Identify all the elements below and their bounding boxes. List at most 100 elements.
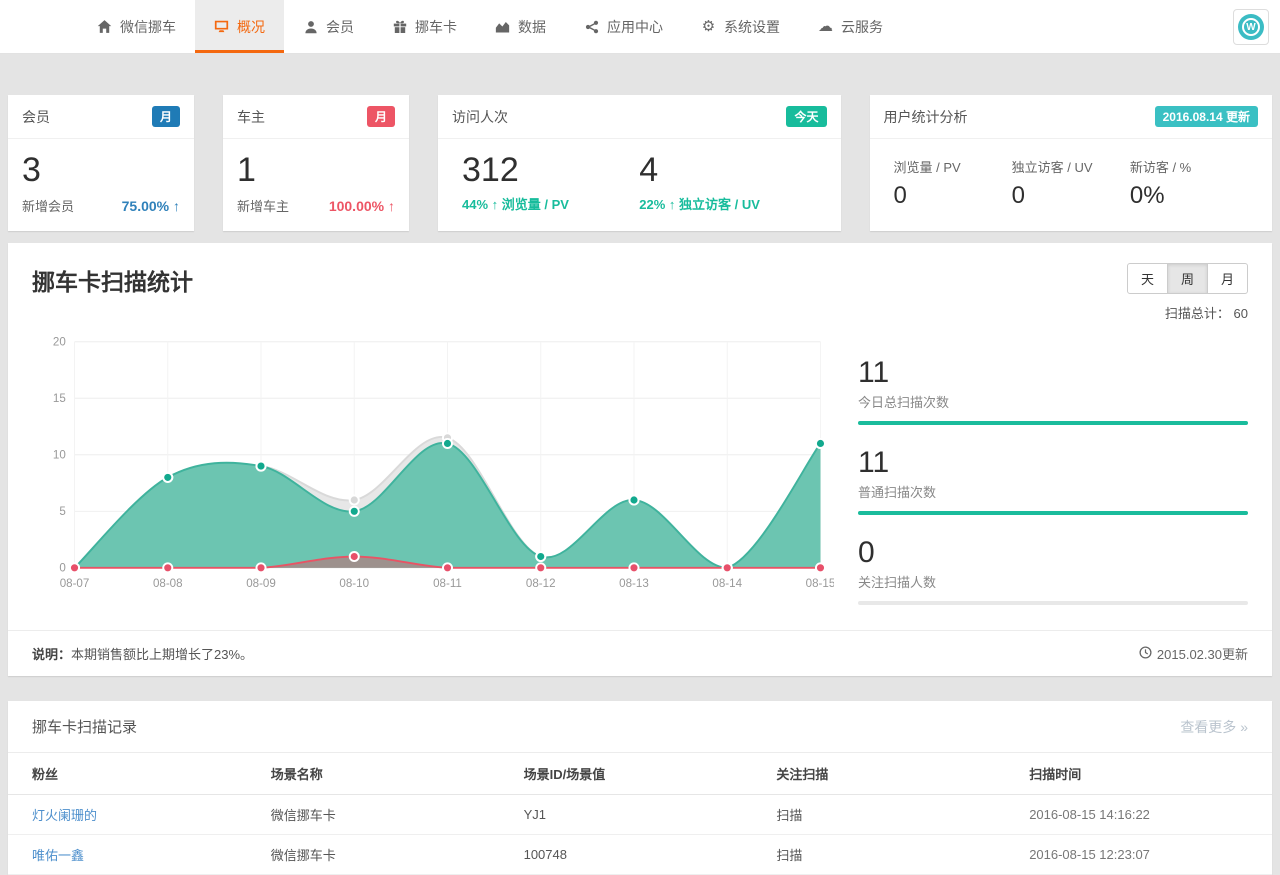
arrow-up-icon: ↑ [669,197,676,212]
svg-text:08-10: 08-10 [339,578,369,590]
time-cell: 2016-08-15 14:16:22 [1019,795,1272,835]
col-fan: 粉丝 [8,753,261,795]
scan-total-value: 60 [1234,306,1248,321]
col-scene-id: 场景ID/场景值 [514,753,767,795]
svg-text:08-11: 08-11 [433,578,462,590]
nav-item-cloud[interactable]: ☁ 云服务 [799,0,902,53]
user-icon [303,19,318,34]
col-time: 扫描时间 [1019,753,1272,795]
svg-text:08-07: 08-07 [60,578,90,590]
scene-cell: 微信挪车卡 [261,835,514,875]
ustat-new: 新访客 / % 0% [1130,157,1248,210]
user-stats-card: 用户统计分析 2016.08.14 更新 浏览量 / PV 0 独立访客 / U… [870,95,1273,231]
scene-id-cell: 100748 [514,835,767,875]
nav-item-settings[interactable]: ⚙ 系统设置 [682,0,799,53]
scan-total: 扫描总计： 60 [1165,303,1248,322]
range-day-button[interactable]: 天 [1127,263,1168,294]
range-month-button[interactable]: 月 [1207,263,1248,294]
user-stats-title: 用户统计分析 [884,107,968,127]
nav-item-label: 云服务 [841,17,883,37]
fan-link[interactable]: 唯佑一鑫 [32,848,84,863]
col-scene-name: 场景名称 [261,753,514,795]
share-nodes-icon [584,19,599,34]
nav-item-label: 系统设置 [724,17,780,37]
uv-metric: 4 22% ↑ 独立访客 / UV [639,151,816,213]
svg-text:08-09: 08-09 [246,578,276,590]
nav-item-label: 微信挪车 [120,17,176,37]
owner-card: 车主 月 1 新增车主 100.00% ↑ [223,95,409,231]
owner-count: 1 [237,151,395,190]
chart-updated: 2015.02.30更新 [1139,644,1248,663]
scan-chart-container: 0510152008-0708-0808-0908-1008-1108-1208… [32,326,834,626]
follow-cell: 扫描 [766,795,1019,835]
owner-card-title: 车主 [237,107,265,127]
uv-label: 22% ↑ 独立访客 / UV [639,194,816,213]
svg-text:08-14: 08-14 [712,578,742,590]
nav-item-home[interactable]: 微信挪车 [78,0,195,53]
avatar-letter: W [1242,18,1260,36]
scan-records-panel: 挪车卡扫描记录 查看更多 » 粉丝 场景名称 场景ID/场景值 关注扫描 扫描时… [8,701,1272,875]
range-week-button[interactable]: 周 [1167,263,1208,294]
scan-panel-title: 挪车卡扫描统计 [32,263,193,297]
nav-item-label: 数据 [518,17,546,37]
svg-text:08-15: 08-15 [806,578,834,590]
member-label: 新增会员 [22,196,74,215]
arrow-up-icon: ↑ [492,197,499,212]
avatar: W [1238,14,1264,40]
stat-bar [858,601,1248,605]
scan-area-chart: 0510152008-0708-0808-0908-1008-1108-1208… [32,334,834,601]
pv-metric: 312 44% ↑ 浏览量 / PV [462,151,639,213]
scene-cell: 微信挪车卡 [261,795,514,835]
nav-item-label: 概况 [237,17,265,37]
scan-statistics-panel: 挪车卡扫描统计 天 周 月 扫描总计： 60 0 5 10 15 20 08-07 08-0… [8,243,1272,676]
clock-icon [1139,646,1152,662]
nav-item-overview[interactable]: 概况 [195,0,284,53]
records-title: 挪车卡扫描记录 [32,716,137,737]
table-row: 唯佑一鑫 微信挪车卡 100748 扫描 2016-08-15 12:23:07 [8,835,1272,875]
home-icon [97,19,112,34]
pv-value: 312 [462,151,639,190]
nav-item-app-center[interactable]: 应用中心 [565,0,682,53]
chart-area-icon [495,19,510,34]
scan-records-table: 粉丝 场景名称 场景ID/场景值 关注扫描 扫描时间 灯火阑珊的 微信挪车卡 Y… [8,753,1272,875]
member-card-title: 会员 [22,107,50,127]
pv-label: 44% ↑ 浏览量 / PV [462,194,639,213]
gift-icon [392,19,407,34]
arrow-up-icon: ↑ [173,198,180,214]
view-more-link[interactable]: 查看更多 » [1180,717,1248,737]
chart-note: 说明：本期销售额比上期增长了23%。 [32,644,253,663]
month-badge: 月 [367,106,395,127]
stat-bar [858,421,1248,425]
gear-icon: ⚙ [701,19,716,34]
nav-item-members[interactable]: 会员 [284,0,373,53]
account-avatar-button[interactable]: W [1233,9,1269,45]
svg-text:5: 5 [59,506,65,518]
nav-item-data[interactable]: 数据 [476,0,565,53]
svg-text:15: 15 [53,393,66,405]
stat-normal-scans: 11 普通扫描次数 [858,446,1248,515]
updated-badge: 2016.08.14 更新 [1155,106,1258,127]
col-follow: 关注扫描 [766,753,1019,795]
stat-cards-row: 会员 月 3 新增会员 75.00% ↑ 车主 月 1 新增车主 100.00%… [8,95,1272,231]
today-badge: 今天 [786,106,826,127]
member-card: 会员 月 3 新增会员 75.00% ↑ [8,95,194,231]
uv-value: 4 [639,151,816,190]
top-navbar: 微信挪车 概况 会员 挪车卡 数据 应用中心 ⚙ 系统设置 ☁ 云服务 [0,0,1280,54]
nav-item-label: 应用中心 [607,17,663,37]
visits-card: 访问人次 今天 312 44% ↑ 浏览量 / PV 4 22% ↑ 独立访客 … [438,95,841,231]
time-cell: 2016-08-15 12:23:07 [1019,835,1272,875]
nav-item-cards[interactable]: 挪车卡 [373,0,476,53]
svg-text:0: 0 [59,563,65,575]
svg-text:20: 20 [53,337,66,349]
table-row: 灯火阑珊的 微信挪车卡 YJ1 扫描 2016-08-15 14:16:22 [8,795,1272,835]
fan-link[interactable]: 灯火阑珊的 [32,808,97,823]
table-header-row: 粉丝 场景名称 场景ID/场景值 关注扫描 扫描时间 [8,753,1272,795]
stat-bar [858,511,1248,515]
follow-cell: 扫描 [766,835,1019,875]
owner-label: 新增车主 [237,196,289,215]
member-count: 3 [22,151,180,190]
stat-today-total: 11 今日总扫描次数 [858,356,1248,425]
nav-items: 微信挪车 概况 会员 挪车卡 数据 应用中心 ⚙ 系统设置 ☁ 云服务 [78,0,902,53]
svg-text:10: 10 [53,450,66,462]
cloud-icon: ☁ [818,19,833,34]
